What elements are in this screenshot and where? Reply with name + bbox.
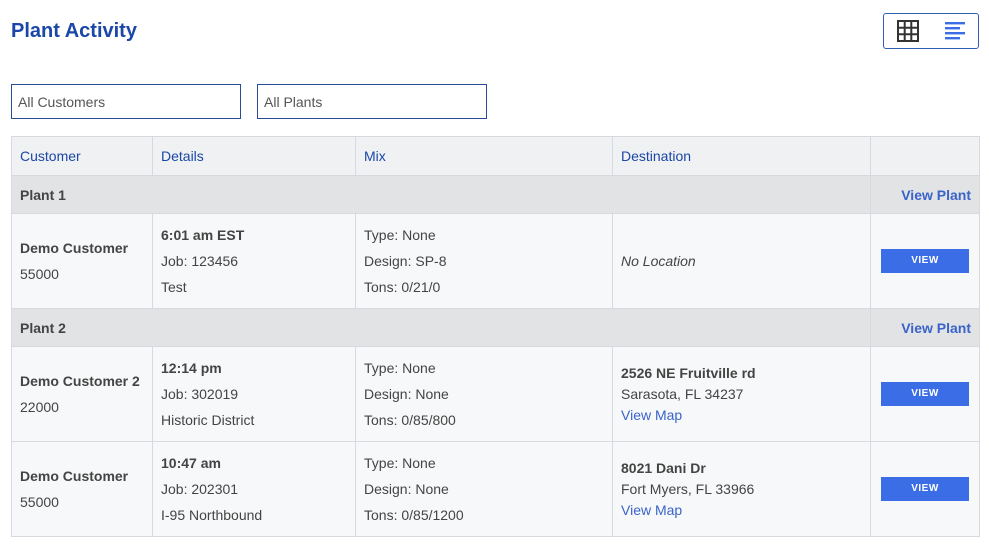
job-number: Job: 202301 (161, 481, 239, 497)
plant-filter-select[interactable]: All Plants (257, 84, 487, 119)
customer-cell: Demo Customer 2 22000 (11, 346, 153, 442)
column-header-mix[interactable]: Mix (355, 136, 613, 176)
mix-tons: Tons: 0/85/1200 (364, 507, 464, 523)
view-plant-link[interactable]: View Plant (870, 175, 980, 214)
mix-tons: Tons: 0/85/800 (364, 412, 456, 428)
list-view-button[interactable] (931, 14, 978, 48)
destination-cell: No Location (612, 213, 871, 309)
ticket-time: 10:47 am (161, 455, 221, 471)
destination-cell: 8021 Dani Dr Fort Myers, FL 33966 View M… (612, 441, 871, 537)
customer-name: Demo Customer (20, 240, 129, 256)
job-note: I-95 Northbound (161, 507, 263, 523)
table-row: Demo Customer 55000 6:01 am EST Job: 123… (11, 213, 980, 309)
view-button[interactable]: VIEW (881, 477, 969, 501)
details-cell: 10:47 am Job: 202301 I-95 Northbound (152, 441, 356, 537)
job-note: Test (161, 279, 187, 295)
customer-name: Demo Customer 2 (20, 373, 140, 389)
customer-number: 22000 (20, 399, 59, 415)
mix-type: Type: None (364, 360, 436, 376)
destination-city: Fort Myers, FL 33966 (621, 480, 755, 497)
customer-name: Demo Customer (20, 468, 129, 484)
destination-cell: 2526 NE Fruitville rd Sarasota, FL 34237… (612, 346, 871, 442)
column-header-customer[interactable]: Customer (11, 136, 153, 176)
action-cell: VIEW (870, 441, 980, 537)
mix-cell: Type: None Design: None Tons: 0/85/800 (355, 346, 613, 442)
details-cell: 12:14 pm Job: 302019 Historic District (152, 346, 356, 442)
ticket-time: 6:01 am EST (161, 227, 245, 243)
table-row: Demo Customer 2 22000 12:14 pm Job: 3020… (11, 346, 980, 442)
plant-name: Plant 1 (11, 175, 871, 214)
plant-name: Plant 2 (11, 308, 871, 347)
action-cell: VIEW (870, 346, 980, 442)
activity-table: Customer Details Mix Destination Plant 1… (11, 136, 980, 537)
no-location-text: No Location (621, 253, 696, 269)
job-number: Job: 123456 (161, 253, 239, 269)
ticket-time: 12:14 pm (161, 360, 222, 376)
action-cell: VIEW (870, 213, 980, 309)
mix-type: Type: None (364, 455, 436, 471)
view-plant-link[interactable]: View Plant (870, 308, 980, 347)
details-cell: 6:01 am EST Job: 123456 Test (152, 213, 356, 309)
plant-group-row: Plant 2 View Plant (11, 308, 980, 347)
plant-group-row: Plant 1 View Plant (11, 175, 980, 214)
customer-filter-select[interactable]: All Customers (11, 84, 241, 119)
mix-tons: Tons: 0/21/0 (364, 279, 441, 295)
customer-cell: Demo Customer 55000 (11, 441, 153, 537)
view-map-link[interactable]: View Map (621, 405, 862, 426)
destination-address: 2526 NE Fruitville rd (621, 364, 756, 381)
destination-address: 8021 Dani Dr (621, 459, 706, 476)
mix-design: Design: SP-8 (364, 253, 447, 269)
mix-design: Design: None (364, 386, 449, 402)
view-button[interactable]: VIEW (881, 249, 969, 273)
customer-number: 55000 (20, 266, 59, 282)
mix-cell: Type: None Design: SP-8 Tons: 0/21/0 (355, 213, 613, 309)
customer-cell: Demo Customer 55000 (11, 213, 153, 309)
customer-number: 55000 (20, 494, 59, 510)
view-map-link[interactable]: View Map (621, 500, 862, 521)
job-note: Historic District (161, 412, 255, 428)
mix-type: Type: None (364, 227, 436, 243)
column-header-destination[interactable]: Destination (612, 136, 871, 176)
destination-city: Sarasota, FL 34237 (621, 385, 744, 402)
page-title: Plant Activity (11, 20, 137, 42)
column-header-actions (870, 136, 980, 176)
mix-cell: Type: None Design: None Tons: 0/85/1200 (355, 441, 613, 537)
table-header-row: Customer Details Mix Destination (11, 136, 980, 176)
job-number: Job: 302019 (161, 386, 239, 402)
view-button[interactable]: VIEW (881, 382, 969, 406)
mix-design: Design: None (364, 481, 449, 497)
table-row: Demo Customer 55000 10:47 am Job: 202301… (11, 441, 980, 537)
grid-view-button[interactable] (884, 14, 931, 48)
grid-icon (896, 20, 919, 42)
view-toggle (883, 13, 979, 49)
column-header-details[interactable]: Details (152, 136, 356, 176)
list-icon (944, 22, 965, 40)
